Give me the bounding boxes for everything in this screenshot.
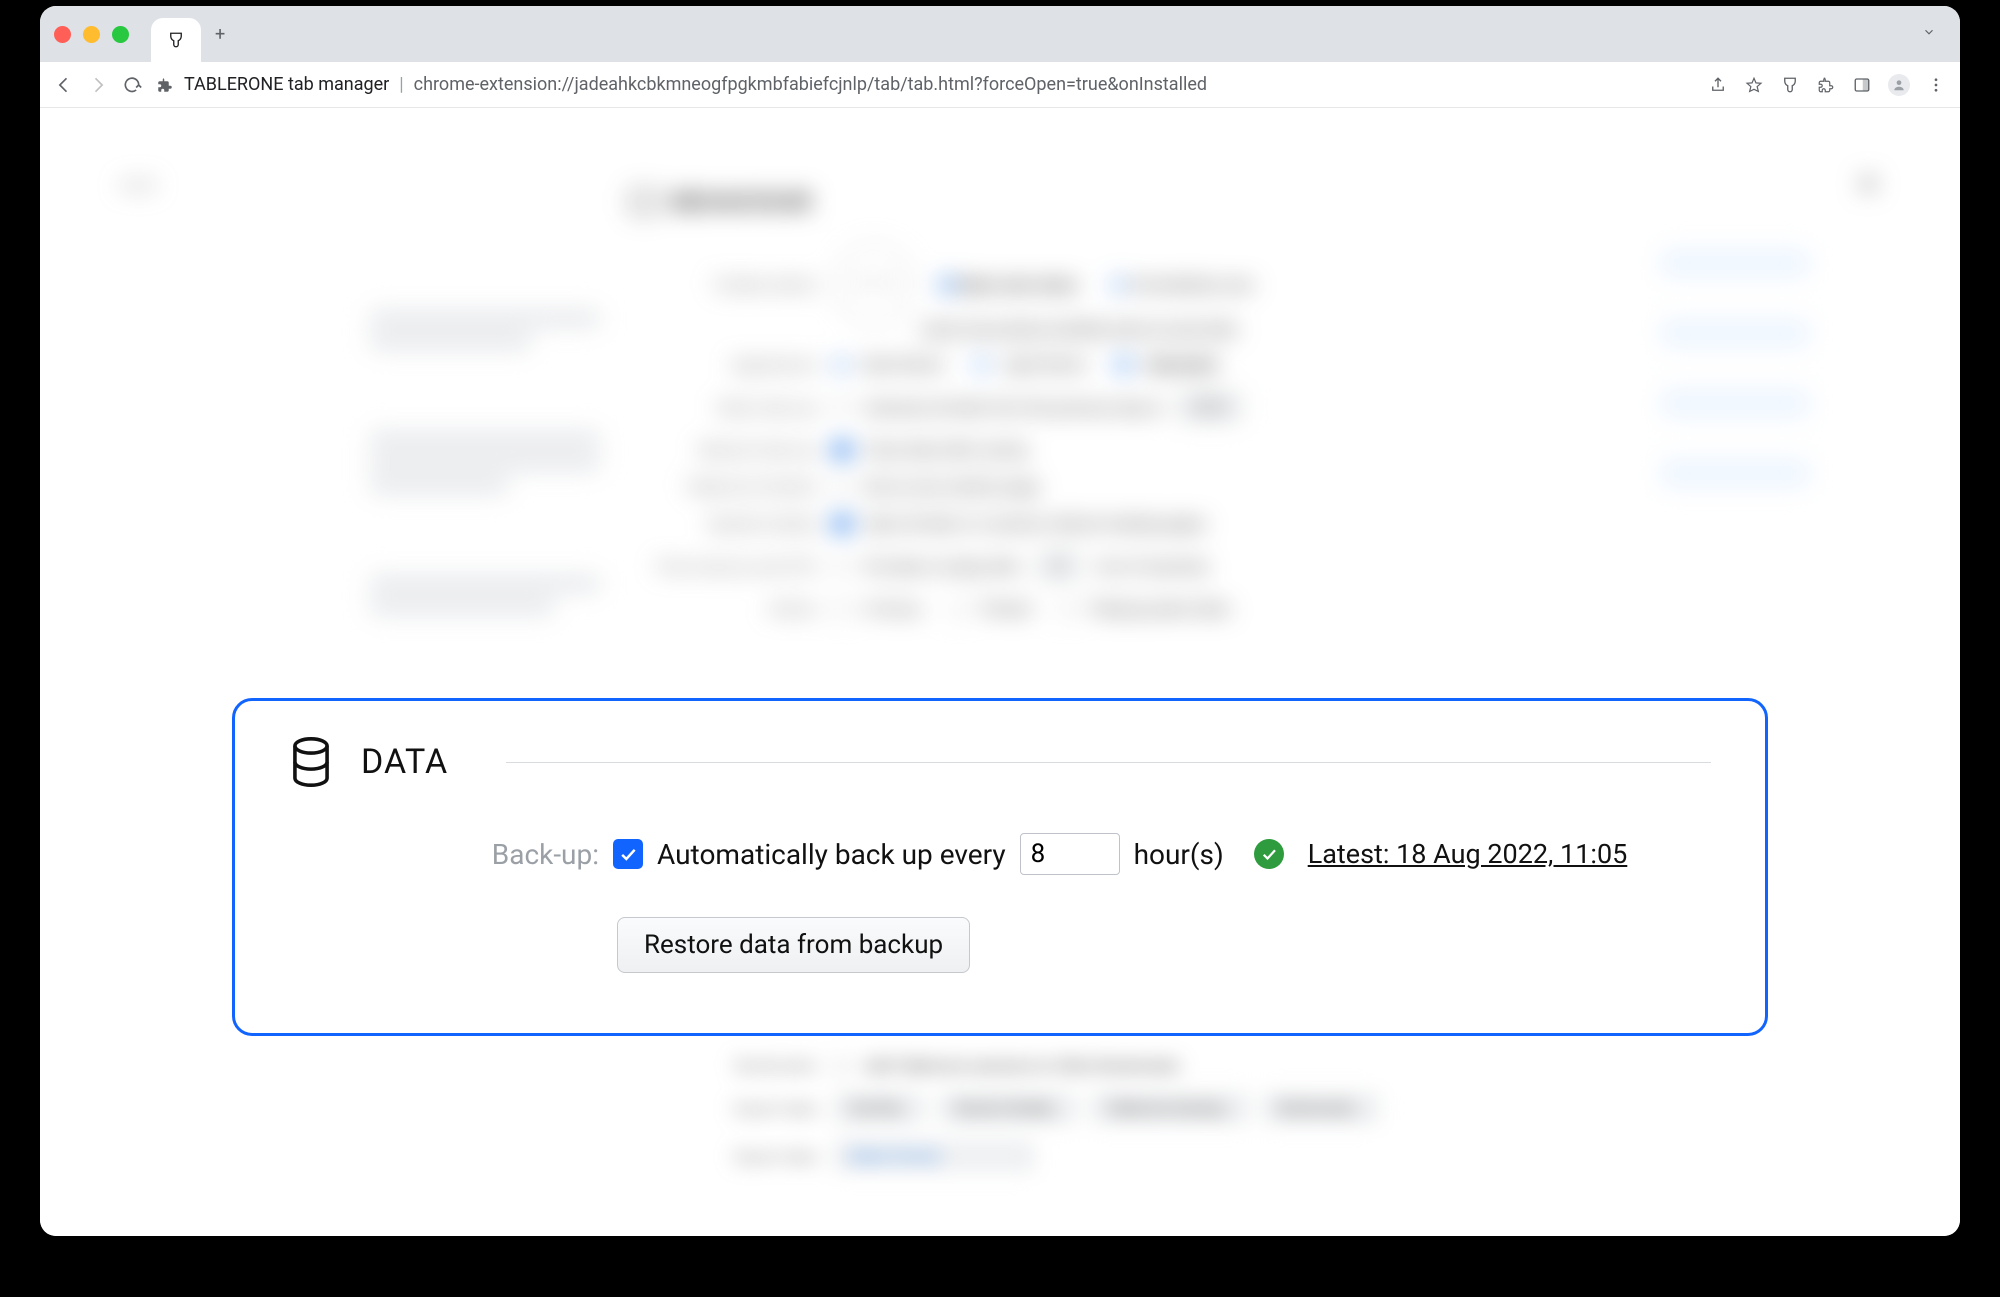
restore-backup-button[interactable]: Restore data from backup [617,917,970,973]
tablerone-ext-button[interactable] [1780,75,1800,95]
new-tab-button[interactable]: + [201,24,239,45]
tab-strip: + [40,6,1960,62]
kebab-menu-button[interactable] [1926,75,1946,95]
url-text: chrome-extension://jadeahkcbkmneogfpgkmb… [414,74,1207,95]
address-bar[interactable]: TABLERONE tab manager | chrome-extension… [156,74,1694,95]
arrow-right-icon [88,75,108,95]
window-controls [54,26,129,43]
forward-button[interactable] [88,75,108,95]
backup-row: Back-up: Automatically back up every hou… [289,833,1711,875]
reload-icon [122,75,142,95]
blurred-settings: v13.3 ✕ BEHAVIOUR Toolbar button: ✕ ⟳ € … [40,108,1960,1236]
minimize-window-button[interactable] [83,26,100,43]
section-divider [506,762,1711,763]
backup-hours-input[interactable] [1020,833,1120,875]
profile-button[interactable] [1888,74,1910,96]
check-icon [1260,845,1278,863]
auto-backup-text-after: hour(s) [1134,838,1224,871]
blurred-below: Bookmarks:Add Tablerone sessions to Othe… [630,1038,1760,1171]
check-icon [618,844,638,864]
tabs-dropdown[interactable] [1922,25,1946,43]
extensions-button[interactable] [1816,75,1836,95]
chevron-down-icon [1922,25,1936,39]
page-content: v13.3 ✕ BEHAVIOUR Toolbar button: ✕ ⟳ € … [40,108,1960,1236]
extension-icon [156,76,174,94]
data-section: DATA Back-up: Automatically back up ever… [232,698,1768,1036]
backup-label: Back-up: [289,838,599,871]
close-window-button[interactable] [54,26,71,43]
fullscreen-window-button[interactable] [112,26,129,43]
sidepanel-button[interactable] [1852,75,1872,95]
page-title-text: TABLERONE tab manager [184,74,389,95]
panel-icon [1853,76,1871,94]
browser-toolbar: TABLERONE tab manager | chrome-extension… [40,62,1960,108]
browser-window: + TABLERONE tab manager | chrome-extensi… [40,6,1960,1236]
star-icon [1745,76,1763,94]
active-tab[interactable] [151,18,201,62]
latest-backup-link[interactable]: Latest: 18 Aug 2022, 11:05 [1308,838,1628,870]
tablerone-icon [1781,76,1799,94]
puzzle-icon [1817,76,1835,94]
toolbar-right [1708,74,1946,96]
dots-icon [1927,76,1945,94]
database-icon [289,737,333,787]
arrow-left-icon [54,75,74,95]
bookmark-button[interactable] [1744,75,1764,95]
backup-status-ok [1254,839,1284,869]
section-title: DATA [361,742,448,782]
tablerone-favicon-icon [167,31,185,49]
reload-button[interactable] [122,75,142,95]
auto-backup-checkbox[interactable] [613,839,643,869]
version-badge: v13.3 [120,178,155,194]
share-button[interactable] [1708,75,1728,95]
person-icon [1892,78,1906,92]
title-url-sep: | [399,74,403,95]
share-icon [1709,76,1727,94]
close-icon: ✕ [1857,168,1880,201]
back-button[interactable] [54,75,74,95]
auto-backup-text-before: Automatically back up every [657,838,1006,871]
